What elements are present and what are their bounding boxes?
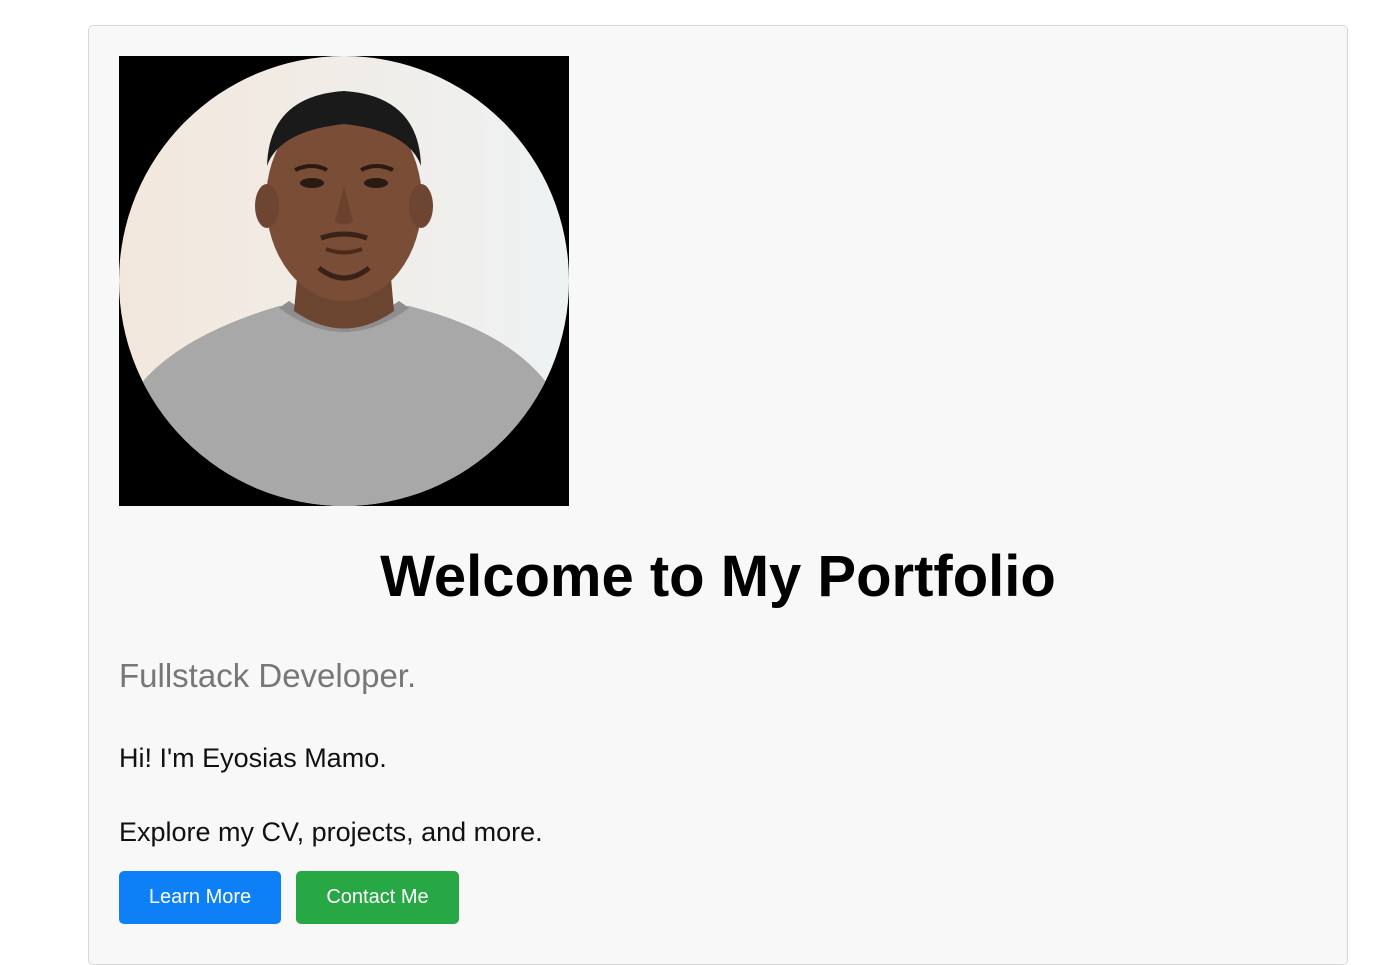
portfolio-card: Welcome to My Portfolio Fullstack Develo… xyxy=(88,25,1348,965)
page-title: Welcome to My Portfolio xyxy=(380,544,1056,609)
role-subtitle: Fullstack Developer. xyxy=(119,657,417,694)
profile-photo xyxy=(119,56,569,506)
explore-text: Explore my CV, projects, and more. xyxy=(119,817,543,847)
learn-more-button[interactable]: Learn More xyxy=(119,871,281,924)
profile-photo-image xyxy=(119,56,569,506)
contact-me-button[interactable]: Contact Me xyxy=(296,871,459,924)
intro-text: Hi! I'm Eyosias Mamo. xyxy=(119,743,387,773)
